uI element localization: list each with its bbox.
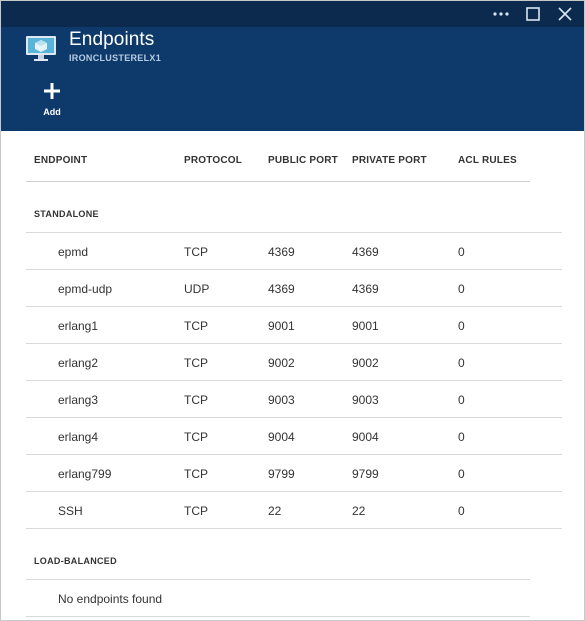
acl-rules: 0 — [458, 245, 465, 259]
blade-titlebar — [1, 1, 584, 27]
close-icon[interactable] — [554, 4, 576, 24]
endpoint-name: epmd — [58, 245, 89, 259]
endpoint-name: SSH — [58, 504, 83, 518]
empty-state-row: No endpoints found — [26, 580, 530, 617]
protocol: TCP — [184, 319, 208, 333]
protocol: TCP — [184, 356, 208, 370]
table-row[interactable]: erlang1 TCP 9001 9001 0 — [26, 307, 562, 344]
endpoints-blade: Endpoints IRONCLUSTERELX1 Add ENDPOINT P… — [0, 0, 585, 621]
endpoint-name: epmd-udp — [58, 282, 113, 296]
protocol: TCP — [184, 467, 208, 481]
private-port: 9002 — [352, 356, 379, 370]
protocol: TCP — [184, 245, 208, 259]
column-header-acl-rules: ACL RULES — [458, 155, 517, 166]
acl-rules: 0 — [458, 282, 465, 296]
public-port: 9001 — [268, 319, 295, 333]
table-row[interactable]: erlang2 TCP 9002 9002 0 — [26, 344, 562, 381]
acl-rules: 0 — [458, 319, 465, 333]
add-button[interactable]: Add — [37, 82, 67, 117]
section-standalone: STANDALONE — [26, 182, 562, 233]
virtual-machine-icon — [25, 33, 57, 70]
acl-rules: 0 — [458, 393, 465, 407]
protocol: TCP — [184, 504, 208, 518]
public-port: 9003 — [268, 393, 295, 407]
private-port: 9003 — [352, 393, 379, 407]
protocol: TCP — [184, 393, 208, 407]
endpoint-name: erlang3 — [58, 393, 99, 407]
table-header: ENDPOINT PROTOCOL PUBLIC PORT PRIVATE PO… — [26, 131, 530, 182]
private-port: 9799 — [352, 467, 379, 481]
window-controls — [490, 4, 576, 24]
page-title: Endpoints — [69, 29, 155, 50]
table-row[interactable]: SSH TCP 22 22 0 — [26, 492, 562, 529]
private-port: 9004 — [352, 430, 379, 444]
public-port: 9799 — [268, 467, 295, 481]
protocol: TCP — [184, 430, 208, 444]
table-row[interactable]: erlang4 TCP 9004 9004 0 — [26, 418, 562, 455]
column-header-private-port: PRIVATE PORT — [352, 155, 427, 166]
private-port: 22 — [352, 504, 366, 518]
empty-state-text: No endpoints found — [58, 592, 163, 606]
endpoint-name: erlang2 — [58, 356, 99, 370]
column-header-endpoint: ENDPOINT — [34, 155, 88, 166]
public-port: 9002 — [268, 356, 295, 370]
public-port: 4369 — [268, 245, 295, 259]
private-port: 9001 — [352, 319, 379, 333]
maximize-icon[interactable] — [522, 4, 544, 24]
section-label: LOAD-BALANCED — [34, 556, 117, 566]
plus-icon — [43, 82, 61, 105]
blade-header: Endpoints IRONCLUSTERELX1 Add — [1, 27, 584, 131]
section-label: STANDALONE — [34, 209, 99, 219]
page-subtitle: IRONCLUSTERELX1 — [69, 53, 162, 63]
private-port: 4369 — [352, 245, 379, 259]
private-port: 4369 — [352, 282, 379, 296]
endpoint-name: erlang1 — [58, 319, 99, 333]
section-load-balanced: LOAD-BALANCED — [26, 529, 530, 580]
acl-rules: 0 — [458, 504, 465, 518]
protocol: UDP — [184, 282, 210, 296]
table-row[interactable]: epmd TCP 4369 4369 0 — [26, 233, 562, 270]
endpoint-name: erlang799 — [58, 467, 112, 481]
public-port: 22 — [268, 504, 282, 518]
add-button-label: Add — [43, 107, 61, 117]
table-row[interactable]: epmd-udp UDP 4369 4369 0 — [26, 270, 562, 307]
endpoints-table: ENDPOINT PROTOCOL PUBLIC PORT PRIVATE PO… — [26, 131, 562, 617]
acl-rules: 0 — [458, 467, 465, 481]
public-port: 4369 — [268, 282, 295, 296]
table-row[interactable]: erlang799 TCP 9799 9799 0 — [26, 455, 562, 492]
column-header-protocol: PROTOCOL — [184, 155, 243, 166]
acl-rules: 0 — [458, 356, 465, 370]
column-header-public-port: PUBLIC PORT — [268, 155, 338, 166]
ellipsis-icon[interactable] — [490, 4, 512, 24]
acl-rules: 0 — [458, 430, 465, 444]
table-row[interactable]: erlang3 TCP 9003 9003 0 — [26, 381, 562, 418]
public-port: 9004 — [268, 430, 295, 444]
endpoint-name: erlang4 — [58, 430, 99, 444]
